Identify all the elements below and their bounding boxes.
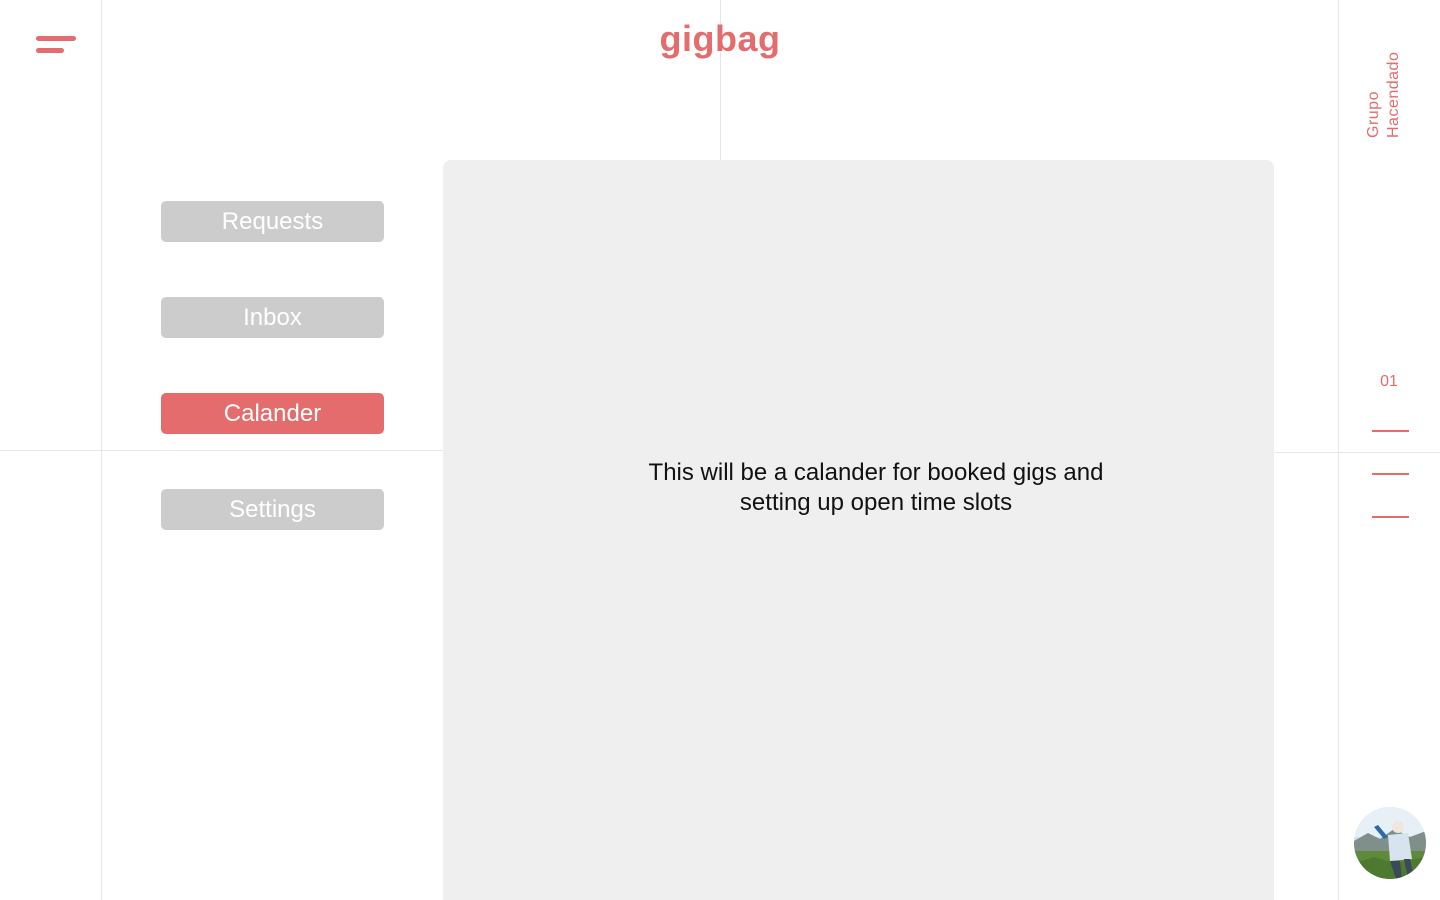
app-page: gigbag Requests Inbox Calander Settings … xyxy=(0,0,1440,900)
app-logo[interactable]: gigbag xyxy=(0,18,1440,60)
avatar-photo-icon xyxy=(1354,807,1426,879)
page-indicator-2[interactable] xyxy=(1372,473,1409,475)
nav-button-inbox[interactable]: Inbox xyxy=(161,297,384,338)
user-avatar[interactable] xyxy=(1354,807,1426,879)
grid-line-horizontal-right xyxy=(1274,452,1440,453)
nav-button-requests[interactable]: Requests xyxy=(161,201,384,242)
page-indicator-3[interactable] xyxy=(1372,516,1409,518)
nav-button-calander[interactable]: Calander xyxy=(161,393,384,434)
grid-line-horizontal-left xyxy=(0,450,443,451)
grid-line-right xyxy=(1338,0,1339,900)
page-indicator-1[interactable] xyxy=(1372,430,1409,432)
page-number: 01 xyxy=(1380,373,1398,390)
brand-name-vertical: Grupo Hacendado xyxy=(1365,51,1402,138)
calendar-placeholder-text: This will be a calander for booked gigs … xyxy=(648,459,1104,516)
nav-button-settings[interactable]: Settings xyxy=(161,489,384,530)
calendar-panel: This will be a calander for booked gigs … xyxy=(443,160,1274,900)
